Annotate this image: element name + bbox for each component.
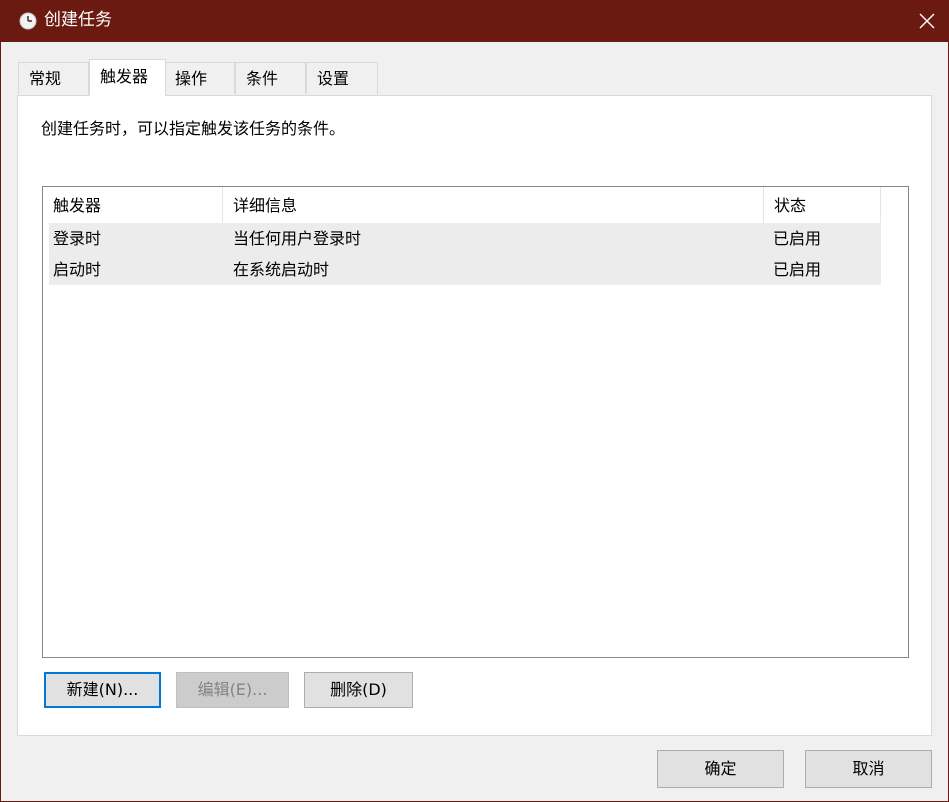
table-row[interactable]: 启动时 在系统启动时 已启用	[49, 254, 881, 285]
triggers-description: 创建任务时，可以指定触发该任务的条件。	[41, 119, 346, 138]
row-status: 已启用	[773, 229, 822, 248]
tab-triggers[interactable]: 触发器	[89, 59, 166, 96]
title-bar: 创建任务	[1, 0, 949, 42]
close-icon	[919, 13, 935, 29]
triggers-panel: 创建任务时，可以指定触发该任务的条件。 触发器 详细信息 状态 登录时 当任何用…	[17, 95, 932, 736]
row-trigger: 登录时	[53, 229, 102, 248]
close-button[interactable]	[904, 0, 949, 42]
row-details: 在系统启动时	[233, 260, 330, 279]
ok-button[interactable]: 确定	[657, 750, 784, 788]
tab-general[interactable]: 常规	[18, 62, 89, 94]
clock-icon	[19, 12, 37, 30]
row-status: 已启用	[773, 260, 822, 279]
column-header-status[interactable]: 状态	[764, 187, 881, 224]
column-header-details[interactable]: 详细信息	[223, 187, 764, 224]
list-header: 触发器 详细信息 状态	[43, 187, 881, 224]
triggers-list[interactable]: 触发器 详细信息 状态 登录时 当任何用户登录时 已启用 启动时 在系统启动时 …	[42, 186, 909, 658]
tab-actions[interactable]: 操作	[164, 62, 235, 94]
tab-conditions[interactable]: 条件	[235, 62, 306, 94]
column-header-trigger[interactable]: 触发器	[43, 187, 223, 224]
cancel-button[interactable]: 取消	[805, 750, 932, 788]
tab-settings[interactable]: 设置	[306, 62, 378, 94]
table-row[interactable]: 登录时 当任何用户登录时 已启用	[49, 223, 881, 254]
edit-trigger-button: 编辑(E)...	[176, 672, 289, 708]
new-trigger-button[interactable]: 新建(N)...	[44, 672, 161, 708]
row-trigger: 启动时	[53, 260, 102, 279]
window-title: 创建任务	[44, 10, 112, 30]
row-details: 当任何用户登录时	[233, 229, 362, 248]
create-task-dialog: 创建任务 常规 触发器 操作 条件 设置 创建任务时，可以指定触发该任务的条件。…	[0, 0, 949, 802]
delete-trigger-button[interactable]: 删除(D)	[304, 672, 413, 708]
